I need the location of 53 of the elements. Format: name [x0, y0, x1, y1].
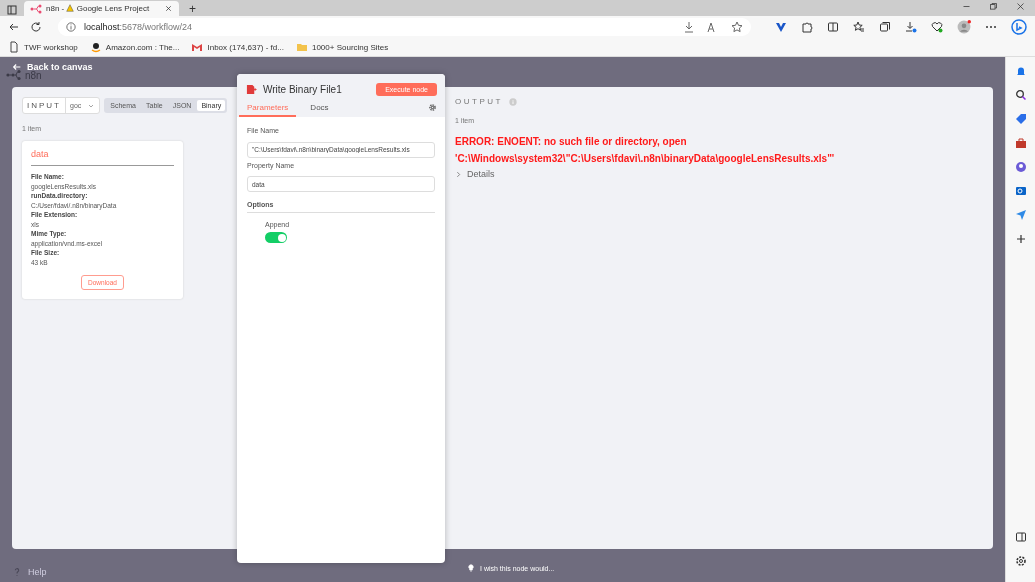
avatar-icon[interactable] — [957, 20, 971, 34]
settings-icon[interactable] — [1014, 555, 1027, 567]
error-message: 'C:\Windows\system32\"C:\Users\fdavi\.n8n\binaryData\googleLensResults.xls"' — [455, 152, 836, 166]
reload-icon[interactable] — [30, 21, 42, 33]
paper-plane-icon[interactable] — [1014, 209, 1027, 221]
sidebar-icon[interactable] — [6, 4, 18, 16]
heart-icon[interactable] — [931, 21, 943, 33]
output-label: OUTPUT — [455, 97, 503, 106]
file-write-icon — [246, 84, 257, 95]
logo-icon — [6, 69, 22, 81]
person-icon[interactable] — [1014, 161, 1027, 173]
collections-icon[interactable] — [879, 21, 891, 33]
search-icon[interactable] — [1014, 89, 1027, 101]
favorite-icon[interactable] — [731, 21, 743, 33]
input-label: INPUT — [23, 98, 66, 113]
v-logo-icon[interactable] — [775, 21, 787, 33]
mail-icon[interactable] — [191, 41, 204, 53]
node-title: Write Binary File1 — [263, 84, 343, 95]
append-toggle[interactable] — [265, 232, 287, 243]
warning-icon — [66, 4, 75, 12]
arrow-left-icon[interactable] — [12, 62, 22, 72]
add-icon[interactable] — [1014, 233, 1027, 245]
chat-logo-icon[interactable] — [1011, 19, 1027, 35]
back-to-canvas-link[interactable]: Back to canvas — [12, 62, 93, 72]
bookmark-link[interactable]: Amazon.com : The... — [105, 42, 180, 52]
bookmark-link[interactable]: TWF workshop — [24, 42, 78, 52]
favorites-icon[interactable] — [853, 21, 865, 33]
sidebar-panel-icon[interactable] — [1014, 531, 1027, 543]
amazon-icon[interactable] — [89, 41, 102, 53]
lightbulb-icon — [467, 564, 475, 572]
card-title: data — [31, 149, 174, 166]
info-icon — [508, 97, 517, 106]
info-icon — [66, 22, 76, 32]
restore-icon[interactable] — [989, 2, 998, 11]
page-icon[interactable] — [8, 41, 20, 53]
browser-tab[interactable]: n8n - Google Lens Project — [24, 1, 179, 16]
tag-icon[interactable] — [1014, 113, 1027, 125]
close-icon[interactable] — [164, 4, 173, 13]
briefcase-icon[interactable] — [1014, 137, 1027, 149]
panel-tab[interactable]: Docs — [302, 101, 337, 117]
download-icon[interactable] — [683, 21, 695, 33]
outlook-icon[interactable] — [1014, 185, 1027, 197]
tab-title: n8n - Google Lens Project — [46, 4, 151, 13]
downloads-icon[interactable] — [905, 21, 917, 33]
back-icon[interactable] — [8, 21, 20, 33]
details-toggle[interactable]: Details — [455, 169, 495, 179]
bookmark-link[interactable]: 1000+ Sourcing Sites — [311, 42, 389, 52]
new-tab-button[interactable]: + — [185, 2, 200, 16]
close-icon[interactable] — [1016, 2, 1025, 11]
error-message: ERROR: ENOENT: no such file or directory, open — [455, 135, 688, 149]
bookmark-link[interactable]: Inbox (174,637) - fd... — [207, 42, 284, 52]
split-screen-icon[interactable] — [827, 21, 839, 33]
workflow-icon[interactable] — [30, 2, 42, 15]
